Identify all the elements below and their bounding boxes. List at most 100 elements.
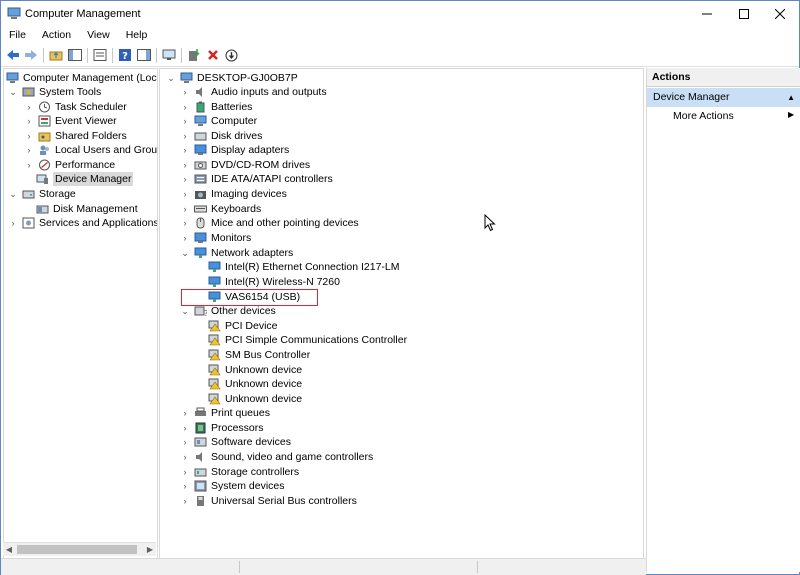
tree-item-services-applications[interactable]: › Services and Applications: [8, 216, 158, 230]
device-sm-bus-controller[interactable]: SM Bus Controller: [208, 348, 310, 362]
device-pci-simple-comm[interactable]: PCI Simple Communications Controller: [208, 333, 407, 347]
tree-item-task-scheduler[interactable]: › Task Scheduler: [24, 100, 127, 114]
left-pane-horizontal-scrollbar[interactable]: ◀ ▶: [3, 542, 156, 556]
update-driver-button[interactable]: [186, 47, 202, 63]
chevron-right-icon[interactable]: ›: [180, 421, 190, 435]
chevron-right-icon[interactable]: ›: [180, 435, 190, 449]
chevron-right-icon[interactable]: ›: [180, 479, 190, 493]
device-category-batteries[interactable]: › Batteries: [180, 100, 253, 114]
menu-help[interactable]: Help: [118, 27, 156, 44]
device-category-other-devices[interactable]: ⌄ ? Other devices: [180, 304, 276, 318]
submenu-arrow-icon[interactable]: ▶: [788, 110, 794, 119]
chevron-right-icon[interactable]: ›: [180, 231, 190, 245]
scan-hardware-button[interactable]: [161, 47, 177, 63]
chevron-right-icon[interactable]: ›: [24, 129, 34, 143]
uninstall-device-button[interactable]: [205, 47, 221, 63]
chevron-right-icon[interactable]: ›: [180, 187, 190, 201]
scroll-right-icon[interactable]: ▶: [144, 543, 156, 556]
device-category-software-devices[interactable]: › Software devices: [180, 435, 291, 449]
chevron-right-icon[interactable]: ›: [180, 85, 190, 99]
menu-view[interactable]: View: [79, 27, 118, 44]
help-button[interactable]: ?: [117, 47, 133, 63]
chevron-down-icon[interactable]: ⌄: [8, 85, 18, 99]
collapse-up-icon[interactable]: ▲: [787, 88, 795, 107]
window-title: Computer Management: [25, 8, 141, 20]
device-category-print-queues[interactable]: › Print queues: [180, 406, 270, 420]
up-folder-button[interactable]: [48, 47, 64, 63]
device-category-usb-controllers[interactable]: › Universal Serial Bus controllers: [180, 494, 357, 508]
device-category-display-adapters[interactable]: › Display adapters: [180, 143, 290, 157]
chevron-right-icon[interactable]: ›: [180, 100, 190, 114]
device-category-processors[interactable]: › Processors: [180, 421, 264, 435]
chevron-right-icon[interactable]: ›: [180, 494, 190, 508]
scroll-left-icon[interactable]: ◀: [3, 543, 15, 556]
device-category-monitors[interactable]: › Monitors: [180, 231, 252, 245]
device-pci-device[interactable]: PCI Device: [208, 319, 278, 333]
device-category-storage-controllers[interactable]: › Storage controllers: [180, 465, 300, 479]
tree-item-event-viewer[interactable]: › Event Viewer: [24, 114, 117, 128]
device-unknown-2[interactable]: Unknown device: [208, 377, 302, 391]
menu-action[interactable]: Action: [34, 27, 79, 44]
chevron-right-icon[interactable]: ›: [180, 172, 190, 186]
chevron-down-icon[interactable]: ⌄: [8, 187, 18, 201]
chevron-right-icon[interactable]: ›: [180, 143, 190, 157]
device-intel-wireless[interactable]: Intel(R) Wireless-N 7260: [208, 275, 340, 289]
back-button[interactable]: [5, 47, 21, 63]
warning-device-icon: [208, 393, 221, 405]
disable-device-button[interactable]: [223, 47, 239, 63]
device-category-disk-drives[interactable]: › Disk drives: [180, 129, 263, 143]
chevron-down-icon[interactable]: ⌄: [166, 71, 176, 85]
device-category-audio[interactable]: › Audio inputs and outputs: [180, 85, 327, 99]
device-unknown-1[interactable]: Unknown device: [208, 363, 302, 377]
tree-item-computer-management[interactable]: Computer Management (Local: [6, 71, 157, 85]
minimize-button[interactable]: [688, 1, 726, 27]
minimize-icon: [702, 13, 712, 15]
device-category-mice[interactable]: › Mice and other pointing devices: [180, 216, 359, 230]
chevron-right-icon[interactable]: ›: [180, 465, 190, 479]
chevron-right-icon[interactable]: ›: [24, 114, 34, 128]
device-category-system-devices[interactable]: › System devices: [180, 479, 285, 493]
tree-item-local-users-groups[interactable]: › Local Users and Groups: [24, 143, 158, 157]
device-tree-root[interactable]: ⌄ DESKTOP-GJ0OB7P: [166, 71, 298, 85]
show-hide-tree-button[interactable]: [67, 47, 83, 63]
chevron-right-icon[interactable]: ›: [180, 129, 190, 143]
menu-file[interactable]: File: [1, 27, 34, 44]
device-category-imaging[interactable]: › Imaging devices: [180, 187, 287, 201]
chevron-right-icon[interactable]: ›: [180, 202, 190, 216]
close-button[interactable]: [761, 1, 799, 27]
chevron-right-icon[interactable]: ›: [180, 406, 190, 420]
chevron-right-icon[interactable]: ›: [180, 216, 190, 230]
device-category-sound-video-game[interactable]: › Sound, video and game controllers: [180, 450, 374, 464]
chevron-right-icon[interactable]: ›: [24, 143, 34, 157]
warning-device-icon: [208, 349, 221, 361]
device-category-keyboards[interactable]: › Keyboards: [180, 202, 262, 216]
chevron-right-icon[interactable]: ›: [180, 158, 190, 172]
chevron-right-icon[interactable]: ›: [180, 114, 190, 128]
chevron-right-icon[interactable]: ›: [8, 216, 18, 230]
action-pane-button[interactable]: [136, 47, 152, 63]
device-intel-ethernet[interactable]: Intel(R) Ethernet Connection I217-LM: [208, 260, 400, 274]
more-actions-link[interactable]: More Actions: [673, 110, 734, 122]
tree-item-storage[interactable]: ⌄ Storage: [8, 187, 76, 201]
scrollbar-thumb[interactable]: [17, 545, 137, 554]
tree-item-device-manager[interactable]: Device Manager: [36, 172, 134, 186]
device-category-computer[interactable]: › Computer: [180, 114, 258, 128]
device-unknown-3[interactable]: Unknown device: [208, 392, 302, 406]
network-icon: [194, 247, 207, 259]
chevron-down-icon[interactable]: ⌄: [180, 304, 190, 318]
chevron-right-icon[interactable]: ›: [24, 100, 34, 114]
device-category-dvd-cdrom[interactable]: › DVD/CD-ROM drives: [180, 158, 311, 172]
device-category-network-adapters[interactable]: ⌄ Network adapters: [180, 246, 293, 260]
tree-item-shared-folders[interactable]: › Shared Folders: [24, 129, 127, 143]
actions-section-device-manager[interactable]: Device Manager ▲: [647, 88, 800, 107]
device-category-ide-ata[interactable]: › IDE ATA/ATAPI controllers: [180, 172, 333, 186]
chevron-down-icon[interactable]: ⌄: [180, 246, 190, 260]
tree-item-system-tools[interactable]: ⌄ System Tools: [8, 85, 101, 99]
chevron-right-icon[interactable]: ›: [180, 450, 190, 464]
tree-item-performance[interactable]: › Performance: [24, 158, 116, 172]
chevron-right-icon[interactable]: ›: [24, 158, 34, 172]
properties-button[interactable]: [92, 47, 108, 63]
tree-item-disk-management[interactable]: Disk Management: [36, 202, 138, 216]
maximize-button[interactable]: [725, 1, 763, 27]
forward-button[interactable]: [23, 47, 39, 63]
